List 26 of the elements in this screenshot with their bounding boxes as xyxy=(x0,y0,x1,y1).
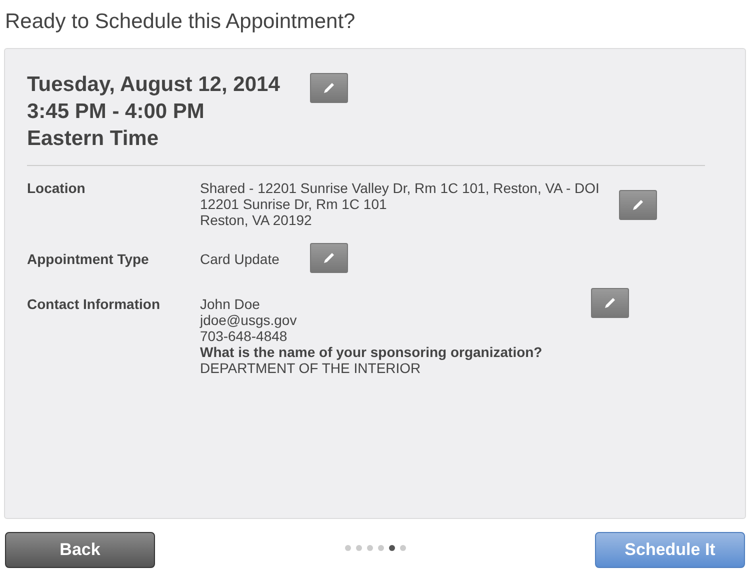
dialog-title: Ready to Schedule this Appointment? xyxy=(5,9,356,35)
appointment-time: 3:45 PM - 4:00 PM xyxy=(27,99,206,125)
answer-text: DEPARTMENT OF THE INTERIOR xyxy=(200,360,422,376)
edit-button[interactable] xyxy=(619,190,657,220)
time-zone: Eastern Time xyxy=(27,126,160,152)
question-text: What is the name of your sponsoring organization? xyxy=(200,344,544,360)
field-value: 12201 Sunrise Dr, Rm 1C 101 xyxy=(200,196,388,212)
back-button[interactable]: Back xyxy=(5,532,155,568)
edit-button[interactable] xyxy=(310,243,348,273)
field-label: Appointment Type xyxy=(27,251,150,267)
pencil-icon xyxy=(603,296,617,310)
pencil-icon xyxy=(631,198,645,212)
field-value: Shared - 12201 Sunrise Valley Dr, Rm 1C 101, Reston, VA - DOI xyxy=(200,180,600,196)
field-value: John Doe xyxy=(200,296,261,312)
field-label: Contact Information xyxy=(27,296,161,312)
pencil-icon xyxy=(322,81,336,95)
field-label: Location xyxy=(27,180,86,196)
edit-button[interactable] xyxy=(591,288,629,318)
pencil-icon xyxy=(322,251,336,265)
field-value: Reston, VA 20192 xyxy=(200,212,313,228)
schedule-button[interactable]: Schedule It xyxy=(595,532,745,568)
field-value: 703-648-4848 xyxy=(200,328,288,344)
edit-button[interactable] xyxy=(310,73,348,103)
field-value: Card Update xyxy=(200,251,280,267)
field-value: jdoe@usgs.gov xyxy=(200,312,298,328)
appointment-date: Tuesday, August 12, 2014 xyxy=(27,72,281,98)
